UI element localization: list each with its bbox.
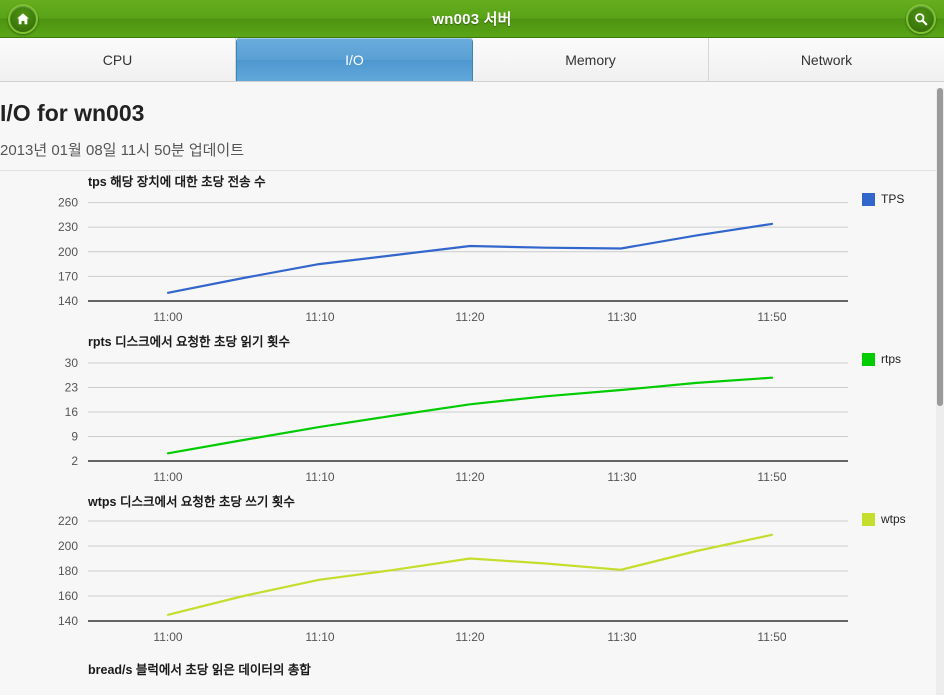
legend-swatch-wtps bbox=[862, 512, 875, 526]
page-title-header: wn003 서버 bbox=[432, 11, 512, 28]
y-tick-label: 16 bbox=[65, 405, 79, 419]
legend-swatch-rtps bbox=[862, 352, 875, 366]
legend-label-tps: TPS bbox=[881, 192, 905, 206]
x-tick-label: 11:10 bbox=[305, 470, 334, 484]
chart-wtps-title: wtps 디스크에서 요청한 초당 쓰기 횟수 bbox=[88, 495, 295, 509]
y-tick-label: 260 bbox=[58, 196, 78, 210]
y-tick-label: 140 bbox=[58, 614, 78, 628]
legend-label-wtps: wtps bbox=[881, 512, 906, 526]
chart-rtps-plot: 2 9 16 23 30 11:00 11:10 11:20 11:30 11:50 bbox=[65, 356, 848, 484]
chart-wtps-plot: 140 160 180 200 220 11:00 11:10 11:20 11:30 11:50 bbox=[58, 514, 848, 644]
tab-network-label: Network bbox=[800, 51, 853, 68]
chart-rtps: rpts 디스크에서 요청한 초당 읽기 횟수 2 9 16 23 30 11:00 11:… bbox=[0, 331, 944, 491]
x-tick-label: 11:30 bbox=[607, 630, 636, 644]
tab-memory-label: Memory bbox=[565, 51, 616, 68]
y-tick-label: 220 bbox=[58, 514, 78, 528]
y-tick-label: 2 bbox=[71, 454, 78, 468]
chart-tps-title: tps 해당 장치에 대한 초당 전송 수 bbox=[88, 175, 266, 189]
vertical-scrollbar[interactable] bbox=[936, 88, 944, 695]
y-tick-label: 170 bbox=[58, 269, 78, 283]
y-tick-label: 23 bbox=[65, 381, 79, 395]
chart-wtps: wtps 디스크에서 요청한 초당 쓰기 횟수 140 160 180 200 220 1… bbox=[0, 491, 944, 651]
x-tick-label: 11:30 bbox=[607, 470, 636, 484]
chart-rtps-legend: rtps bbox=[862, 352, 901, 366]
y-tick-label: 230 bbox=[58, 220, 78, 234]
x-tick-label: 11:00 bbox=[153, 310, 182, 324]
y-tick-label: 30 bbox=[65, 356, 79, 370]
y-tick-label: 9 bbox=[71, 430, 78, 444]
scrollbar-thumb[interactable] bbox=[937, 88, 943, 406]
page-heading-area: I/O for wn003 2013년 01월 08일 11시 50분 업데이트 bbox=[0, 82, 944, 171]
search-button[interactable] bbox=[906, 4, 936, 34]
chart-breads: bread/s 블럭에서 초당 읽은 데이터의 총합 bbox=[0, 651, 944, 691]
chart-wtps-legend: wtps bbox=[862, 512, 906, 526]
x-tick-label: 11:50 bbox=[757, 470, 786, 484]
x-tick-label: 11:30 bbox=[607, 310, 636, 324]
y-tick-label: 200 bbox=[58, 539, 78, 553]
chart-rtps-title: rpts 디스크에서 요청한 초당 읽기 횟수 bbox=[88, 335, 290, 349]
x-tick-label: 11:00 bbox=[153, 470, 182, 484]
x-tick-label: 11:50 bbox=[757, 310, 786, 324]
legend-swatch-tps bbox=[862, 192, 875, 206]
x-tick-label: 11:20 bbox=[455, 630, 484, 644]
tab-io-label: I/O bbox=[345, 51, 364, 68]
search-icon bbox=[914, 12, 928, 26]
x-tick-label: 11:10 bbox=[305, 310, 334, 324]
home-button[interactable] bbox=[8, 4, 38, 34]
chart-tps-plot: 140 170 200 230 260 11:00 11:10 11:20 11:30 11:50 bbox=[58, 196, 848, 324]
chart-list: tps 해당 장치에 대한 초당 전송 수 140 170 200 230 260 11:… bbox=[0, 171, 944, 691]
y-tick-label: 200 bbox=[58, 245, 78, 259]
legend-label-rtps: rtps bbox=[881, 352, 902, 366]
x-tick-label: 11:10 bbox=[305, 630, 334, 644]
y-tick-label: 160 bbox=[58, 589, 78, 603]
tab-bar: CPU I/O Memory Network bbox=[0, 38, 944, 82]
x-tick-label: 11:20 bbox=[455, 470, 484, 484]
x-tick-label: 11:00 bbox=[153, 630, 182, 644]
app-header: wn003 서버 bbox=[0, 0, 944, 38]
y-tick-label: 140 bbox=[58, 294, 78, 308]
chart-breads-title: bread/s 블럭에서 초당 읽은 데이터의 총합 bbox=[88, 663, 311, 677]
home-icon bbox=[16, 12, 30, 26]
x-tick-label: 11:20 bbox=[455, 310, 484, 324]
chart-tps: tps 해당 장치에 대한 초당 전송 수 140 170 200 230 260 11:… bbox=[0, 171, 944, 331]
y-tick-label: 180 bbox=[58, 564, 78, 578]
tab-network[interactable]: Network bbox=[709, 38, 944, 81]
tab-cpu[interactable]: CPU bbox=[0, 38, 236, 81]
page-title: I/O for wn003 bbox=[0, 100, 145, 126]
tab-io[interactable]: I/O bbox=[236, 38, 473, 81]
page-updated-timestamp: 2013년 01월 08일 11시 50분 업데이트 bbox=[0, 139, 944, 171]
tab-memory[interactable]: Memory bbox=[473, 38, 709, 81]
chart-tps-legend: TPS bbox=[862, 192, 904, 206]
x-tick-label: 11:50 bbox=[757, 630, 786, 644]
tab-cpu-label: CPU bbox=[102, 51, 133, 68]
app-root: wn003 서버 CPU I/O Memory Network I/O for … bbox=[0, 0, 944, 695]
